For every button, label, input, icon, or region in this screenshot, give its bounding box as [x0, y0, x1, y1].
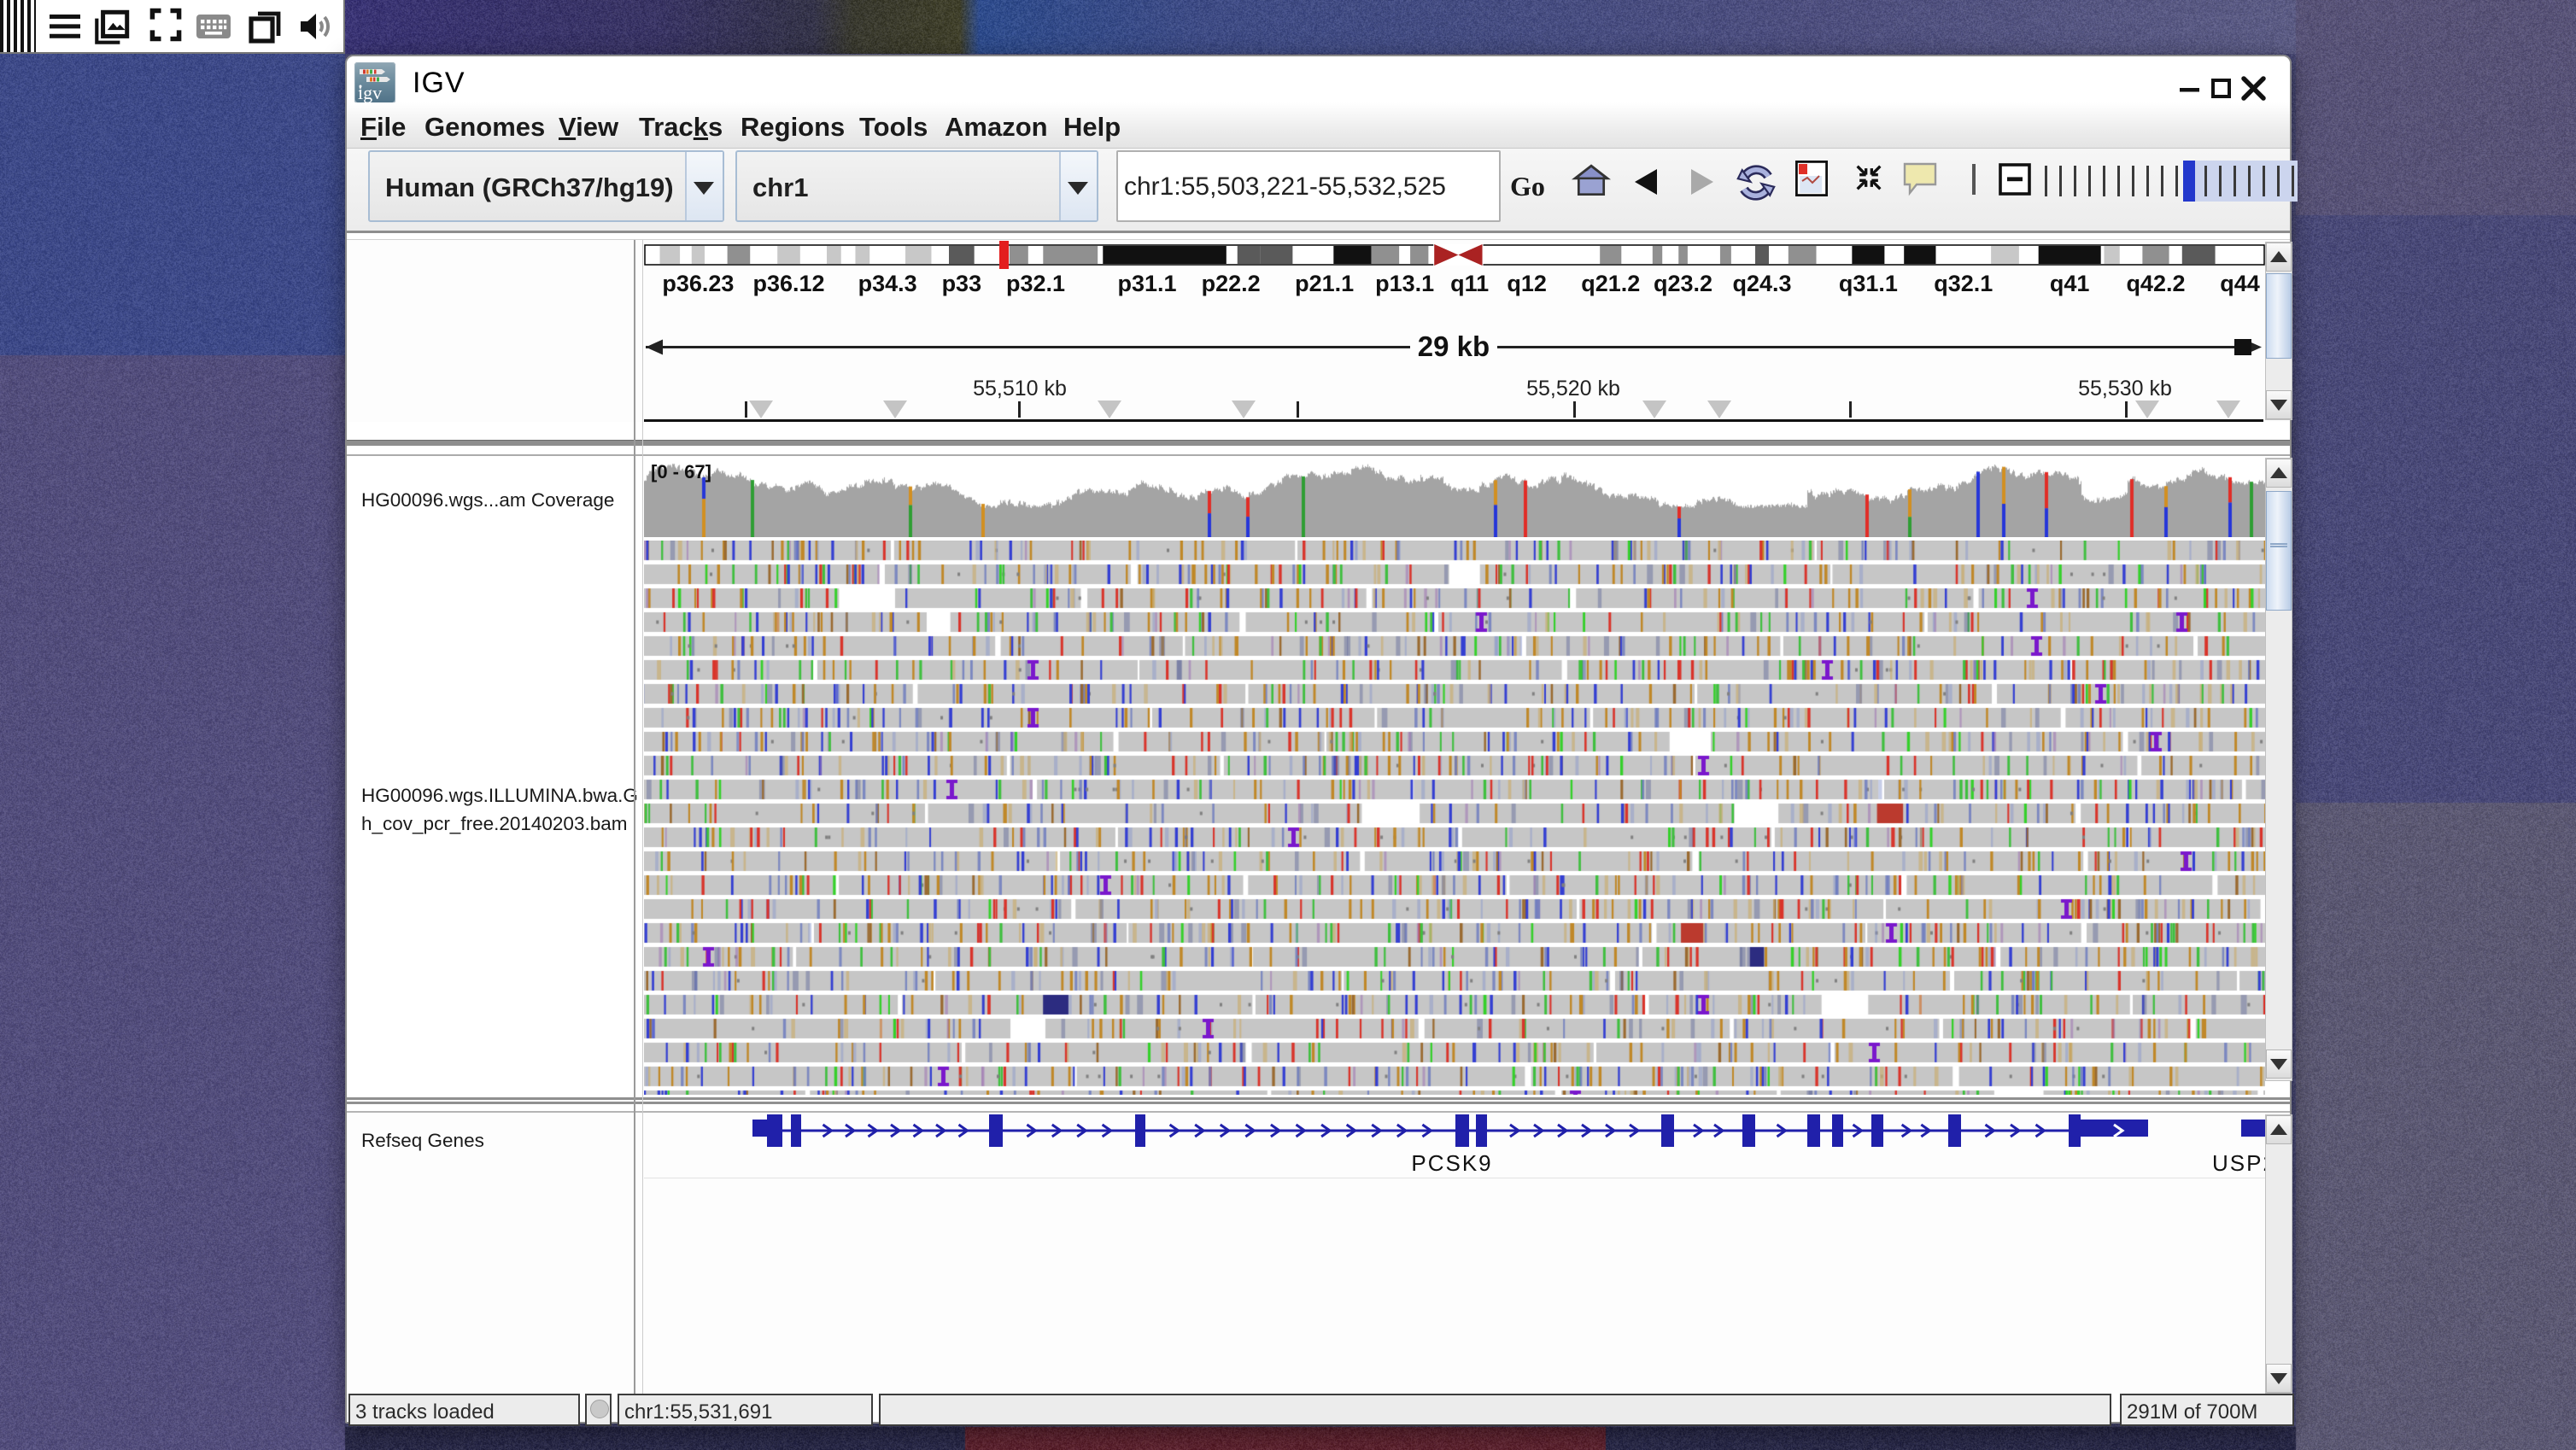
svg-text:p34.3: p34.3 [858, 271, 917, 296]
svg-text:p13.1: p13.1 [1375, 271, 1434, 296]
svg-text:p21.1: p21.1 [1295, 271, 1354, 296]
svg-text:q41: q41 [2050, 271, 2090, 296]
svg-text:q42.2: q42.2 [2126, 271, 2185, 296]
svg-text:p33: p33 [942, 271, 982, 296]
svg-text:p36.23: p36.23 [662, 271, 734, 296]
svg-text:q32.1: q32.1 [1934, 271, 1993, 296]
svg-text:q21.2: q21.2 [1581, 271, 1640, 296]
svg-text:USP2: USP2 [2212, 1150, 2265, 1176]
svg-text:55,510 kb: 55,510 kb [973, 377, 1067, 401]
svg-text:p32.1: p32.1 [1006, 271, 1065, 296]
svg-text:q31.1: q31.1 [1839, 271, 1898, 296]
svg-text:q11: q11 [1450, 271, 1489, 296]
svg-text:q24.3: q24.3 [1732, 271, 1791, 296]
svg-text:PCSK9: PCSK9 [1411, 1150, 1492, 1176]
svg-text:p36.12: p36.12 [752, 271, 824, 296]
svg-text:55,530 kb: 55,530 kb [2078, 377, 2172, 401]
svg-text:igv: igv [358, 82, 382, 103]
svg-text:29 kb: 29 kb [1418, 330, 1490, 362]
svg-text:q44: q44 [2220, 271, 2260, 296]
svg-text:p31.1: p31.1 [1117, 271, 1176, 296]
svg-text:55,520 kb: 55,520 kb [1526, 377, 1620, 401]
svg-text:q12: q12 [1507, 271, 1547, 296]
svg-text:p22.2: p22.2 [1202, 271, 1261, 296]
svg-text:q23.2: q23.2 [1654, 271, 1712, 296]
